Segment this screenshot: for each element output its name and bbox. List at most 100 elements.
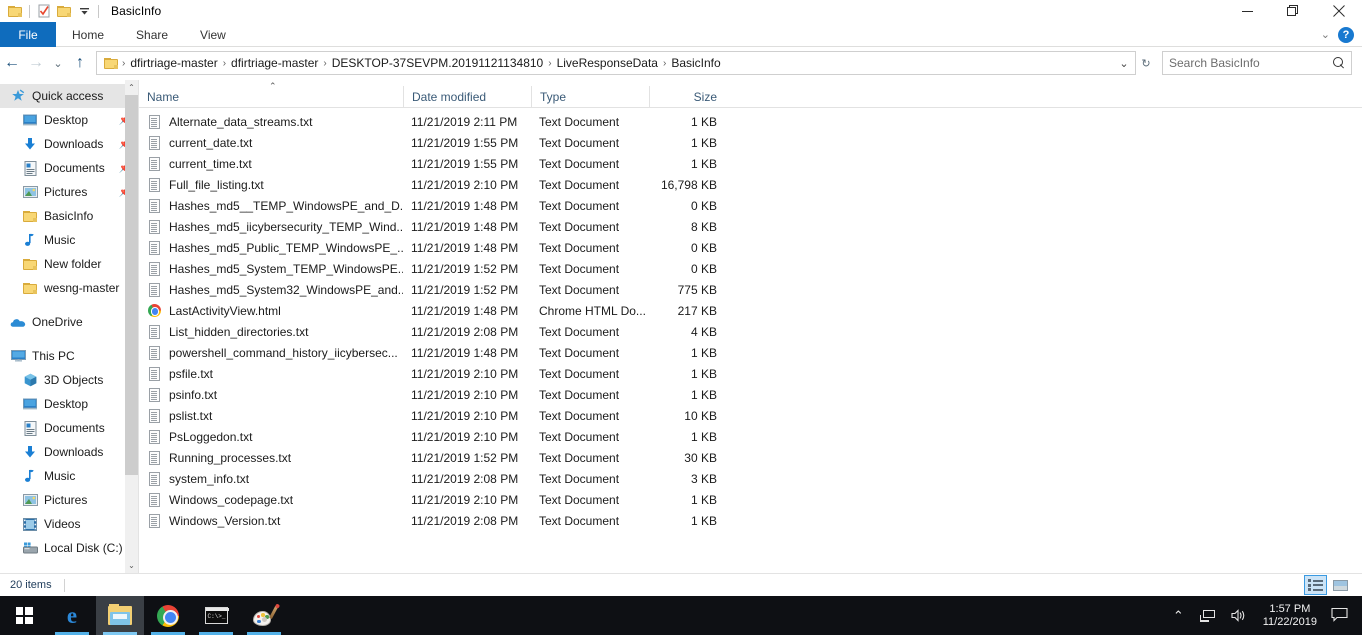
table-row[interactable]: Full_file_listing.txt 11/21/2019 2:10 PM T… (139, 174, 1362, 195)
sidebar-item-this-pc[interactable]: This PC (0, 344, 138, 368)
sidebar-item-music[interactable]: Music (0, 228, 138, 252)
cell-name[interactable]: Hashes_md5_System_TEMP_WindowsPE... (139, 261, 403, 277)
up-button[interactable]: ↑ (68, 49, 92, 77)
sidebar-item-videos[interactable]: Videos (0, 512, 138, 536)
tab-view[interactable]: View (184, 22, 242, 47)
cell-name[interactable]: LastActivityView.html (139, 303, 403, 319)
refresh-icon[interactable]: ↻ (1136, 49, 1156, 77)
expand-ribbon-icon[interactable]: ⌄ (1321, 28, 1330, 41)
table-row[interactable]: Windows_Version.txt 11/21/2019 2:08 PM Tex… (139, 510, 1362, 531)
scrollbar-track[interactable] (125, 95, 138, 558)
cell-name[interactable]: pslist.txt (139, 408, 403, 424)
table-row[interactable]: powershell_command_history_iicybersec...… (139, 342, 1362, 363)
cell-name[interactable]: Hashes_md5_iicybersecurity_TEMP_Wind... (139, 219, 403, 235)
table-row[interactable]: current_time.txt 11/21/2019 1:55 PM Text D… (139, 153, 1362, 174)
sidebar-item-documents-thispc[interactable]: Documents (0, 416, 138, 440)
column-header-date-modified[interactable]: Date modified (403, 86, 531, 107)
cell-name[interactable]: powershell_command_history_iicybersec... (139, 345, 403, 361)
details-view-button[interactable] (1304, 575, 1327, 595)
scroll-down-icon[interactable]: ⌄ (125, 558, 138, 573)
cell-name[interactable]: psfile.txt (139, 366, 403, 382)
table-row[interactable]: LastActivityView.html 11/21/2019 1:48 PM C… (139, 300, 1362, 321)
cell-name[interactable]: Hashes_md5_System32_WindowsPE_and... (139, 282, 403, 298)
breadcrumb-item-2[interactable]: DESKTOP-37SEVPM.20191121134810 (328, 56, 547, 70)
breadcrumb-item-3[interactable]: LiveResponseData (553, 56, 662, 70)
close-button[interactable] (1316, 0, 1362, 22)
taskbar-command-prompt[interactable]: C:\>_ (192, 596, 240, 635)
maximize-button[interactable] (1270, 0, 1316, 22)
table-row[interactable]: List_hidden_directories.txt 11/21/2019 2:… (139, 321, 1362, 342)
table-row[interactable]: psfile.txt 11/21/2019 2:10 PM Text Documen… (139, 363, 1362, 384)
taskbar-file-explorer[interactable] (96, 596, 144, 635)
sidebar-item-documents[interactable]: Documents 📌 (0, 156, 138, 180)
column-header-type[interactable]: Type (531, 86, 649, 107)
sidebar-item-downloads[interactable]: Downloads 📌 (0, 132, 138, 156)
table-row[interactable]: Hashes_md5_iicybersecurity_TEMP_Wind... 1… (139, 216, 1362, 237)
breadcrumb-folder-icon[interactable] (101, 53, 121, 73)
table-row[interactable]: system_info.txt 11/21/2019 2:08 PM Text Do… (139, 468, 1362, 489)
cell-name[interactable]: Alternate_data_streams.txt (139, 114, 403, 130)
notification-icon[interactable] (1325, 607, 1358, 625)
breadcrumb-item-1[interactable]: dfirtriage-master (227, 56, 322, 70)
sidebar-item-pictures-thispc[interactable]: Pictures (0, 488, 138, 512)
search-input[interactable]: Search BasicInfo (1162, 51, 1352, 75)
table-row[interactable]: PsLoggedon.txt 11/21/2019 2:10 PM Text Doc… (139, 426, 1362, 447)
recent-locations-icon[interactable]: ⌄ (48, 49, 68, 77)
table-row[interactable]: Windows_codepage.txt 11/21/2019 2:10 PM Te… (139, 489, 1362, 510)
sidebar-item-downloads-thispc[interactable]: Downloads (0, 440, 138, 464)
cell-name[interactable]: Running_processes.txt (139, 450, 403, 466)
properties-icon[interactable] (34, 1, 54, 21)
table-row[interactable]: Running_processes.txt 11/21/2019 1:52 PM T… (139, 447, 1362, 468)
customize-dropdown-icon[interactable] (74, 1, 94, 21)
sidebar-item-local-disk-c[interactable]: Local Disk (C:) (0, 536, 138, 560)
cell-name[interactable]: Full_file_listing.txt (139, 177, 403, 193)
tab-file[interactable]: File (0, 22, 56, 47)
tab-home[interactable]: Home (56, 22, 120, 47)
column-header-size[interactable]: Size (649, 86, 727, 107)
back-button[interactable]: ← (0, 49, 24, 77)
breadcrumb-item-4[interactable]: BasicInfo (667, 56, 724, 70)
sidebar-item-new-folder[interactable]: New folder (0, 252, 138, 276)
cell-name[interactable]: system_info.txt (139, 471, 403, 487)
large-icons-view-button[interactable] (1329, 575, 1352, 595)
new-folder-icon[interactable] (54, 1, 74, 21)
taskbar-edge[interactable]: e (48, 596, 96, 635)
table-row[interactable]: Alternate_data_streams.txt 11/21/2019 2:1… (139, 111, 1362, 132)
help-icon[interactable]: ? (1338, 26, 1354, 43)
scrollbar-thumb[interactable] (125, 95, 138, 475)
cell-name[interactable]: Hashes_md5_Public_TEMP_WindowsPE_... (139, 240, 403, 256)
table-row[interactable]: current_date.txt 11/21/2019 1:55 PM Text D… (139, 132, 1362, 153)
tab-share[interactable]: Share (120, 22, 184, 47)
sidebar-item-3d-objects[interactable]: 3D Objects (0, 368, 138, 392)
search-icon[interactable] (1333, 57, 1345, 69)
cell-name[interactable]: current_date.txt (139, 135, 403, 151)
cell-name[interactable]: PsLoggedon.txt (139, 429, 403, 445)
cell-name[interactable]: psinfo.txt (139, 387, 403, 403)
taskbar-paint[interactable] (240, 596, 288, 635)
sidebar-item-desktop-thispc[interactable]: Desktop (0, 392, 138, 416)
network-icon[interactable] (1192, 596, 1223, 635)
table-row[interactable]: Hashes_md5_System32_WindowsPE_and... 11/2… (139, 279, 1362, 300)
cell-name[interactable]: Hashes_md5__TEMP_WindowsPE_and_D... (139, 198, 403, 214)
sidebar-item-quick-access[interactable]: Quick access (0, 84, 138, 108)
chevron-down-icon[interactable]: ⌄ (1113, 52, 1135, 74)
scroll-up-icon[interactable]: ⌃ (125, 80, 138, 95)
sidebar-item-onedrive[interactable]: OneDrive (0, 310, 138, 334)
forward-button[interactable]: → (24, 49, 48, 77)
table-row[interactable]: Hashes_md5_Public_TEMP_WindowsPE_... 11/2… (139, 237, 1362, 258)
show-hidden-icons-button[interactable]: ⌃ (1165, 596, 1192, 635)
sidebar-item-desktop[interactable]: Desktop 📌 (0, 108, 138, 132)
sidebar-item-pictures[interactable]: Pictures 📌 (0, 180, 138, 204)
folder-icon[interactable] (5, 1, 25, 21)
address-bar[interactable]: › dfirtriage-master › dfirtriage-master … (96, 51, 1136, 75)
volume-icon[interactable] (1223, 596, 1255, 635)
start-button[interactable] (0, 596, 48, 635)
taskbar-chrome[interactable] (144, 596, 192, 635)
table-row[interactable]: Hashes_md5__TEMP_WindowsPE_and_D... 11/21… (139, 195, 1362, 216)
table-row[interactable]: Hashes_md5_System_TEMP_WindowsPE... 11/21… (139, 258, 1362, 279)
sidebar-item-wesng-master[interactable]: wesng-master (0, 276, 138, 300)
breadcrumb-item-0[interactable]: dfirtriage-master (126, 56, 221, 70)
column-header-name[interactable]: ⌃ Name (139, 82, 403, 107)
sidebar-item-music-thispc[interactable]: Music (0, 464, 138, 488)
table-row[interactable]: psinfo.txt 11/21/2019 2:10 PM Text Documen… (139, 384, 1362, 405)
